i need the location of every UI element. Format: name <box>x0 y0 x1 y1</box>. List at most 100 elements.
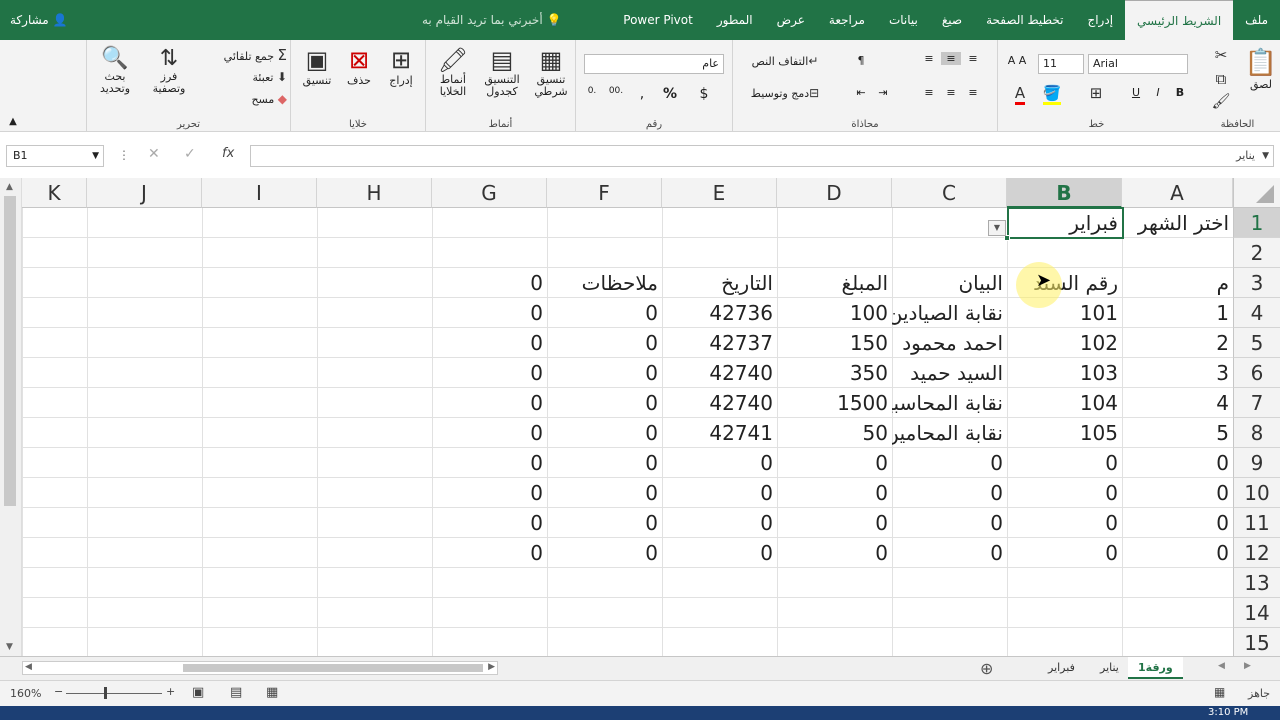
cell-F6[interactable]: 0 <box>547 358 662 388</box>
cell-E3[interactable]: التاريخ <box>662 268 777 298</box>
cell-G7[interactable]: 0 <box>432 388 547 418</box>
cell-F11[interactable]: 0 <box>547 508 662 538</box>
scroll-up-arrow-icon[interactable]: ▲ <box>6 182 13 192</box>
wrap-text-button[interactable]: ↵التفاف النص <box>739 54 831 68</box>
sheet-nav-left-icon[interactable]: ◀ <box>1218 661 1225 671</box>
cell-B6[interactable]: 103 <box>1007 358 1122 388</box>
font-color-button[interactable]: A <box>1010 84 1030 105</box>
cell-C4[interactable]: نقابة الصيادين <box>892 298 1007 328</box>
cell-F8[interactable]: 0 <box>547 418 662 448</box>
tab-7[interactable]: عرض <box>765 0 817 40</box>
cell-A10[interactable]: 0 <box>1122 478 1233 508</box>
worksheet-grid[interactable]: ABCDEFGHIJK 1 2 3 4 5 6 7 8 9 10 11 12 13 14 15 اختر ا… <box>0 178 1280 656</box>
cell-F10[interactable]: 0 <box>547 478 662 508</box>
merge-center-button[interactable]: ⊟دمج وتوسيط <box>739 86 831 100</box>
cut-button[interactable]: ✂ <box>1209 46 1233 64</box>
cell-E5[interactable]: 42737 <box>662 328 777 358</box>
tab-5[interactable]: بيانات <box>877 0 930 40</box>
horizontal-scrollbar[interactable]: ◀ ▶ <box>22 661 498 675</box>
cell-B12[interactable]: 0 <box>1007 538 1122 568</box>
format-painter-button[interactable]: 🖌 <box>1209 92 1233 110</box>
fill-button[interactable]: ⬇ تعبئة <box>203 70 287 84</box>
row-header-4[interactable]: 4 <box>1233 298 1280 328</box>
cell-A6[interactable]: 3 <box>1122 358 1233 388</box>
cell-F3[interactable]: ملاحظات <box>547 268 662 298</box>
tab-9[interactable]: Power Pivot <box>611 0 705 40</box>
cell-D7[interactable]: 1500 <box>777 388 892 418</box>
cell-D3[interactable]: المبلغ <box>777 268 892 298</box>
name-box[interactable]: B1 ▼ <box>6 145 104 167</box>
cell-B8[interactable]: 105 <box>1007 418 1122 448</box>
bold-button[interactable]: B <box>1172 86 1188 99</box>
column-header-B[interactable]: B <box>1007 178 1122 208</box>
scroll-down-arrow-icon[interactable]: ▼ <box>6 642 13 652</box>
cell-C6[interactable]: السيد حميد <box>892 358 1007 388</box>
cell-F7[interactable]: 0 <box>547 388 662 418</box>
cell-styles-button[interactable]: 🖍 أنماط الخلايا <box>430 46 476 98</box>
cell-B11[interactable]: 0 <box>1007 508 1122 538</box>
cell-E12[interactable]: 0 <box>662 538 777 568</box>
formula-input[interactable]: يناير ▼ <box>250 145 1274 167</box>
clear-button[interactable]: ◆ مسح <box>203 92 287 106</box>
tab-2[interactable]: إدراج <box>1075 0 1125 40</box>
indent-button[interactable]: ⇥ <box>873 86 893 99</box>
zoom-slider[interactable]: − + <box>54 685 175 701</box>
cancel-formula-button[interactable]: ✕ <box>148 146 160 162</box>
cell-A1[interactable]: اختر الشهر <box>1122 208 1233 238</box>
cell-B9[interactable]: 0 <box>1007 448 1122 478</box>
normal-view-icon[interactable]: ▦ <box>266 685 278 700</box>
cell-C8[interactable]: نقابة المحامين <box>892 418 1007 448</box>
format-cells-button[interactable]: ▣ تنسيق <box>295 46 339 87</box>
confirm-formula-button[interactable]: ✓ <box>184 146 196 162</box>
row-header-12[interactable]: 12 <box>1233 538 1280 568</box>
vertical-scroll-thumb[interactable] <box>4 196 16 506</box>
conditional-format-button[interactable]: ▦ تنسيق شرطي <box>528 46 574 98</box>
cell-G11[interactable]: 0 <box>432 508 547 538</box>
cell-E4[interactable]: 42736 <box>662 298 777 328</box>
row-header-6[interactable]: 6 <box>1233 358 1280 388</box>
row-header-7[interactable]: 7 <box>1233 388 1280 418</box>
column-header-H[interactable]: H <box>317 178 432 208</box>
align-center-button[interactable]: ≡ <box>941 86 961 99</box>
cell-D4[interactable]: 100 <box>777 298 892 328</box>
row-header-10[interactable]: 10 <box>1233 478 1280 508</box>
font-size-combo[interactable]: 11 <box>1038 54 1084 74</box>
percent-button[interactable]: % <box>660 86 680 102</box>
row-header-9[interactable]: 9 <box>1233 448 1280 478</box>
cell-E11[interactable]: 0 <box>662 508 777 538</box>
row-header-3[interactable]: 3 <box>1233 268 1280 298</box>
row-header-2[interactable]: 2 <box>1233 238 1280 268</box>
cell-D8[interactable]: 50 <box>777 418 892 448</box>
column-header-J[interactable]: J <box>87 178 202 208</box>
vertical-scrollbar[interactable]: ▲ ▼ <box>0 178 22 656</box>
cell-C11[interactable]: 0 <box>892 508 1007 538</box>
cell-E8[interactable]: 42741 <box>662 418 777 448</box>
delete-cells-button[interactable]: ⊠ حذف <box>341 46 377 87</box>
cell-C12[interactable]: 0 <box>892 538 1007 568</box>
align-bottom-button[interactable]: ≡ <box>919 52 939 65</box>
underline-button[interactable]: U <box>1128 86 1144 99</box>
cell-D5[interactable]: 150 <box>777 328 892 358</box>
sheet-tab-0[interactable]: ورقة1 <box>1128 657 1183 679</box>
currency-button[interactable]: $ <box>694 86 714 102</box>
cell-E6[interactable]: 42740 <box>662 358 777 388</box>
grow-font-button[interactable]: A A <box>1002 54 1032 67</box>
column-header-D[interactable]: D <box>777 178 892 208</box>
zoom-level[interactable]: 160% <box>10 687 41 700</box>
scroll-left-arrow-icon[interactable]: ◀ <box>25 662 32 672</box>
tab-1[interactable]: الشريط الرئيسي <box>1125 0 1234 40</box>
tab-8[interactable]: المطور <box>705 0 765 40</box>
cell-D9[interactable]: 0 <box>777 448 892 478</box>
cell-E10[interactable]: 0 <box>662 478 777 508</box>
zoom-thumb[interactable] <box>104 687 107 699</box>
increase-decimal-button[interactable]: .00 <box>606 86 626 96</box>
cell-F4[interactable]: 0 <box>547 298 662 328</box>
cell-D11[interactable]: 0 <box>777 508 892 538</box>
cell-G6[interactable]: 0 <box>432 358 547 388</box>
cell-A12[interactable]: 0 <box>1122 538 1233 568</box>
insert-function-button[interactable]: fx <box>222 146 234 161</box>
insert-cells-button[interactable]: ⊞ إدراج <box>383 46 419 87</box>
validation-dropdown-button[interactable]: ▼ <box>988 220 1006 236</box>
cell-G9[interactable]: 0 <box>432 448 547 478</box>
cell-G5[interactable]: 0 <box>432 328 547 358</box>
